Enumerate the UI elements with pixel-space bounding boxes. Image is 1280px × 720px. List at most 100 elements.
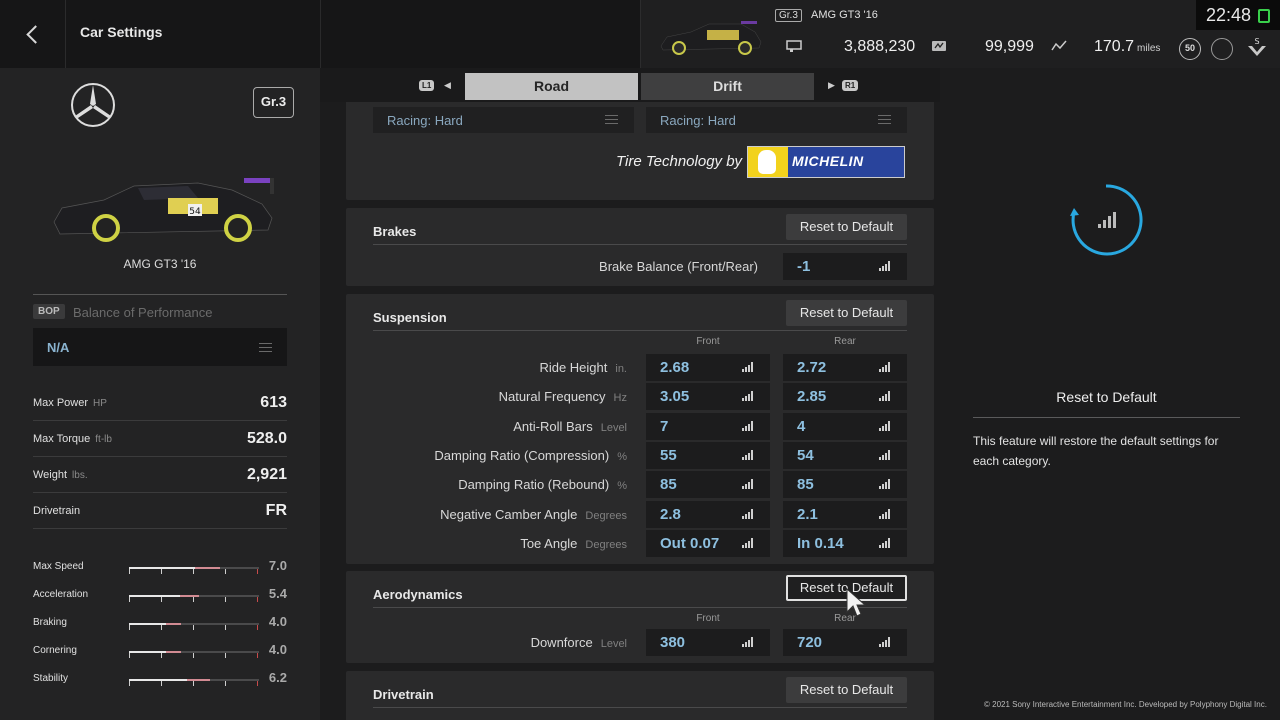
rear-tire-select[interactable]: Racing: Hard	[646, 107, 907, 133]
front-tire-select[interactable]: Racing: Hard	[373, 107, 634, 133]
adjust-bars-icon	[742, 479, 754, 489]
divider	[373, 707, 907, 708]
performance-tick	[225, 653, 226, 658]
suspension-rear-value: 2.85	[797, 388, 827, 405]
suspension-row-label: Negative Camber Angle Degrees	[440, 507, 627, 522]
brakes-reset-button[interactable]: Reset to Default	[786, 214, 907, 240]
distance-number: 170.7	[1094, 38, 1135, 55]
suspension-row-unit: %	[617, 480, 627, 492]
suspension-row-label: Toe Angle Degrees	[520, 536, 627, 551]
performance-tick	[257, 569, 258, 574]
suspension-row-name: Damping Ratio (Rebound)	[458, 477, 610, 492]
car-image: 54	[53, 178, 274, 242]
copyright-text: © 2021 Sony Interactive Entertainment In…	[984, 700, 1267, 709]
performance-row: Stability 6.2	[33, 666, 287, 694]
brake-balance-field[interactable]: -1	[783, 253, 907, 280]
spec-row-drivetrain: Drivetrain FR	[33, 493, 287, 529]
performance-tick	[161, 625, 162, 630]
suspension-rear-field[interactable]: 2.85	[783, 383, 907, 410]
tab-drift[interactable]: Drift	[641, 73, 814, 100]
performance-bar-highlight	[179, 595, 200, 597]
performance-label: Max Speed	[33, 561, 84, 572]
suspension-front-field[interactable]: 3.05	[646, 383, 770, 410]
downforce-label: Downforce Level	[531, 635, 627, 650]
suspension-front-value: 3.05	[660, 388, 690, 405]
distance-value: 170.7 miles	[1094, 38, 1160, 56]
brakes-title: Brakes	[373, 224, 417, 239]
menu-icon	[259, 343, 272, 352]
back-button[interactable]	[0, 0, 66, 68]
performance-tick	[257, 681, 258, 686]
downforce-front-field[interactable]: 380	[646, 629, 770, 656]
divider	[373, 244, 907, 245]
performance-label: Braking	[33, 617, 67, 628]
suspension-reset-button[interactable]: Reset to Default	[786, 300, 907, 326]
drivetrain-reset-button[interactable]: Reset to Default	[786, 677, 907, 703]
suspension-rear-field[interactable]: 85	[783, 471, 907, 498]
downforce-name: Downforce	[530, 635, 593, 650]
spec-name: Max Torque	[33, 433, 91, 445]
suspension-row-name: Natural Frequency	[498, 389, 606, 404]
settings-list[interactable]: Racing: Hard Racing: Hard Tire Technolog…	[320, 102, 940, 720]
spec-value: 613	[260, 394, 287, 411]
distance-icon	[1051, 40, 1067, 51]
help-text: This feature will restore the default se…	[973, 434, 1219, 468]
suspension-rear-field[interactable]: In 0.14	[783, 530, 907, 557]
suspension-row-label: Damping Ratio (Compression)%	[434, 448, 627, 463]
suspension-front-value: 2.68	[660, 359, 690, 376]
suspension-rear-field[interactable]: 4	[783, 413, 907, 440]
settings-tabs: L1 ◀ Road Drift ▶ R1	[320, 68, 940, 102]
performance-tick	[161, 597, 162, 602]
suspension-front-field[interactable]: Out 0.07	[646, 530, 770, 557]
suspension-row-name: Negative Camber Angle	[440, 507, 578, 522]
suspension-front-field[interactable]: 85	[646, 471, 770, 498]
suspension-rear-field[interactable]: 2.72	[783, 354, 907, 381]
performance-tick	[193, 597, 194, 602]
adjust-bars-icon	[879, 479, 891, 489]
downforce-rear-field[interactable]: 720	[783, 629, 907, 656]
mercedes-logo-icon	[71, 83, 115, 127]
performance-bar	[129, 651, 259, 658]
spec-label: Drivetrain	[33, 505, 80, 517]
suspension-rear-value: 85	[797, 476, 814, 493]
performance-tick	[225, 681, 226, 686]
spec-name: Drivetrain	[33, 505, 81, 517]
suspension-rear-field[interactable]: 2.1	[783, 501, 907, 528]
brake-balance-label: Brake Balance (Front/Rear)	[599, 259, 758, 274]
performance-bar	[129, 679, 259, 686]
performance-row: Max Speed 7.0	[33, 554, 287, 582]
suspension-rear-field[interactable]: 54	[783, 442, 907, 469]
drivetrain-title: Drivetrain	[373, 687, 434, 702]
suspension-rear-value: 4	[797, 418, 806, 435]
adjust-bars-icon	[879, 421, 891, 431]
spec-unit: lbs.	[72, 470, 88, 481]
distance-unit: miles	[1137, 43, 1161, 54]
car-status-panel: Gr.3 AMG GT3 '16 3,888,230 99,999 170.7 m…	[640, 0, 1280, 68]
car-name: AMG GT3 '16	[811, 9, 878, 21]
performance-bar-highlight	[187, 679, 210, 681]
spec-name: Weight	[33, 469, 68, 481]
bop-select[interactable]: N/A	[33, 328, 287, 366]
spec-value: 528.0	[246, 430, 287, 447]
performance-tick	[225, 625, 226, 630]
tire-technology-label: Tire Technology by	[616, 153, 743, 170]
clock: 22:48	[1196, 0, 1280, 30]
performance-tick	[193, 625, 194, 630]
spec-label: Weight lbs.	[33, 469, 88, 481]
performance-tick	[193, 653, 194, 658]
performance-tick	[129, 597, 130, 602]
suspension-front-field[interactable]: 2.8	[646, 501, 770, 528]
suspension-front-field[interactable]: 55	[646, 442, 770, 469]
suspension-front-field[interactable]: 7	[646, 413, 770, 440]
mileage-points-value: 99,999	[985, 38, 1034, 55]
tab-road[interactable]: Road	[465, 73, 638, 100]
suspension-front-field[interactable]: 2.68	[646, 354, 770, 381]
performance-tick	[129, 653, 130, 658]
credits-value: 3,888,230	[844, 38, 916, 55]
suspension-rear-value: In 0.14	[797, 535, 844, 552]
adjust-bars-icon	[742, 391, 754, 401]
suspension-row-label: Ride Height in.	[539, 360, 627, 375]
performance-bar-base	[129, 679, 188, 681]
divider	[373, 607, 907, 608]
tires-card: Racing: Hard Racing: Hard Tire Technolog…	[346, 102, 934, 200]
